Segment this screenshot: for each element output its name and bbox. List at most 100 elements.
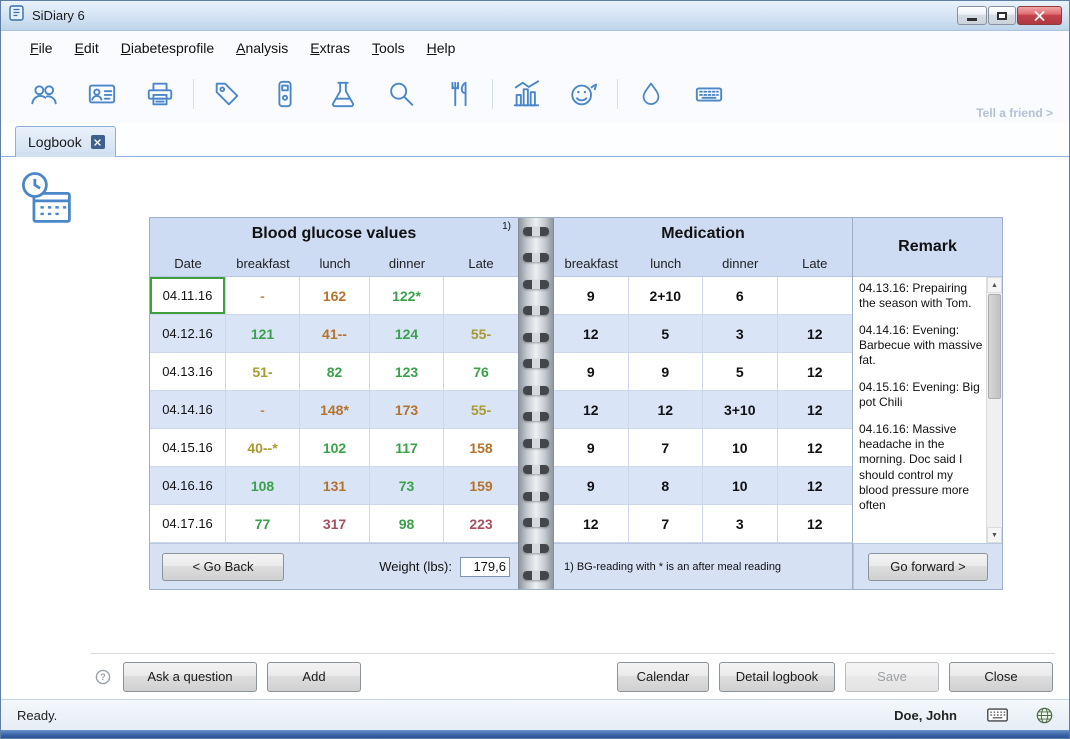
bg-value-cell[interactable]: 40--* [226, 429, 300, 467]
menu-item-extras[interactable]: Extras [299, 35, 361, 61]
med-value-cell[interactable] [778, 277, 853, 315]
bg-value-cell[interactable]: 123 [370, 353, 444, 391]
bg-value-cell[interactable]: 223 [444, 505, 518, 543]
date-cell[interactable]: 04.15.16 [150, 429, 226, 467]
date-cell[interactable]: 04.14.16 [150, 391, 226, 429]
med-value-cell[interactable]: 12 [554, 391, 629, 429]
device-icon[interactable] [268, 77, 302, 111]
med-value-cell[interactable]: 9 [629, 353, 704, 391]
go-back-button[interactable]: < Go Back [162, 553, 284, 581]
med-value-cell[interactable]: 12 [554, 505, 629, 543]
printer-icon[interactable] [143, 77, 177, 111]
bg-value-cell[interactable]: 77 [226, 505, 300, 543]
bg-value-cell[interactable]: 55- [444, 315, 518, 353]
med-value-cell[interactable]: 12 [778, 429, 853, 467]
med-value-cell[interactable]: 9 [554, 467, 629, 505]
med-value-cell[interactable]: 8 [629, 467, 704, 505]
flask-icon[interactable] [326, 77, 360, 111]
med-value-cell[interactable]: 9 [554, 353, 629, 391]
keyboard-status-icon[interactable] [987, 708, 1008, 722]
bg-value-cell[interactable]: 51- [226, 353, 300, 391]
bg-value-cell[interactable]: 131 [300, 467, 370, 505]
med-value-cell[interactable]: 5 [629, 315, 704, 353]
med-value-cell[interactable]: 12 [778, 315, 853, 353]
bg-value-cell[interactable]: 148* [300, 391, 370, 429]
bg-value-cell[interactable]: 41-- [300, 315, 370, 353]
close-button[interactable]: Close [949, 662, 1053, 692]
bg-value-cell[interactable]: 82 [300, 353, 370, 391]
date-cell[interactable]: 04.16.16 [150, 467, 226, 505]
help-icon[interactable]: ? [95, 669, 111, 685]
med-value-cell[interactable]: 12 [554, 315, 629, 353]
titlebar[interactable]: SiDiary 6 [1, 1, 1069, 31]
scroll-down-icon[interactable]: ▼ [987, 527, 1002, 543]
save-button[interactable]: Save [845, 662, 939, 692]
bg-value-cell[interactable]: - [226, 391, 300, 429]
smiley-icon[interactable] [567, 77, 601, 111]
menu-item-edit[interactable]: Edit [64, 35, 110, 61]
med-value-cell[interactable]: 7 [629, 505, 704, 543]
med-value-cell[interactable]: 2+10 [629, 277, 704, 315]
menu-item-file[interactable]: File [19, 35, 64, 61]
bg-value-cell[interactable]: 102 [300, 429, 370, 467]
med-value-cell[interactable]: 12 [778, 505, 853, 543]
med-value-cell[interactable]: 5 [703, 353, 778, 391]
bg-value-cell[interactable]: 158 [444, 429, 518, 467]
menu-item-help[interactable]: Help [416, 35, 467, 61]
date-cell[interactable]: 04.11.16 [150, 277, 226, 315]
users-icon[interactable] [27, 77, 61, 111]
scrollbar-track[interactable] [987, 293, 1002, 527]
bg-value-cell[interactable] [444, 277, 518, 315]
add-button[interactable]: Add [267, 662, 361, 692]
menu-item-analysis[interactable]: Analysis [225, 35, 299, 61]
remark-panel[interactable]: 04.13.16: Prepairing the season with Tom… [853, 277, 1002, 543]
go-forward-button[interactable]: Go forward > [868, 553, 988, 581]
date-cell[interactable]: 04.17.16 [150, 505, 226, 543]
remark-scrollbar[interactable]: ▲ ▼ [986, 277, 1002, 543]
med-value-cell[interactable]: 12 [778, 391, 853, 429]
bg-value-cell[interactable]: 317 [300, 505, 370, 543]
bg-value-cell[interactable]: - [226, 277, 300, 315]
water-drop-icon[interactable] [634, 77, 668, 111]
contact-card-icon[interactable] [85, 77, 119, 111]
med-value-cell[interactable]: 3 [703, 505, 778, 543]
bg-value-cell[interactable]: 173 [370, 391, 444, 429]
menu-item-tools[interactable]: Tools [361, 35, 416, 61]
bg-value-cell[interactable]: 108 [226, 467, 300, 505]
med-value-cell[interactable]: 10 [703, 429, 778, 467]
tab-logbook[interactable]: Logbook [15, 126, 116, 157]
bg-value-cell[interactable]: 159 [444, 467, 518, 505]
med-value-cell[interactable]: 3 [703, 315, 778, 353]
globe-icon[interactable] [1036, 707, 1053, 724]
med-value-cell[interactable]: 12 [778, 467, 853, 505]
search-icon[interactable] [384, 77, 418, 111]
maximize-button[interactable] [988, 6, 1016, 25]
bg-value-cell[interactable]: 122* [370, 277, 444, 315]
clock-calendar-icon[interactable] [19, 171, 75, 232]
bg-value-cell[interactable]: 162 [300, 277, 370, 315]
ask-question-button[interactable]: Ask a question [123, 662, 257, 692]
date-cell[interactable]: 04.13.16 [150, 353, 226, 391]
tab-close-button[interactable] [91, 135, 105, 149]
minimize-button[interactable] [957, 6, 987, 25]
bg-value-cell[interactable]: 117 [370, 429, 444, 467]
bg-value-cell[interactable]: 121 [226, 315, 300, 353]
scrollbar-thumb[interactable] [988, 294, 1001, 399]
keyboard-icon[interactable] [692, 77, 726, 111]
tag-icon[interactable] [210, 77, 244, 111]
med-value-cell[interactable]: 3+10 [703, 391, 778, 429]
menu-item-diabetesprofile[interactable]: Diabetesprofile [110, 35, 225, 61]
med-value-cell[interactable]: 6 [703, 277, 778, 315]
tell-a-friend-link[interactable]: Tell a friend > [976, 106, 1053, 120]
scroll-up-icon[interactable]: ▲ [987, 277, 1002, 293]
bg-value-cell[interactable]: 98 [370, 505, 444, 543]
bg-value-cell[interactable]: 55- [444, 391, 518, 429]
bg-value-cell[interactable]: 76 [444, 353, 518, 391]
med-value-cell[interactable]: 9 [554, 429, 629, 467]
weight-input[interactable] [460, 557, 510, 577]
nutrition-icon[interactable] [442, 77, 476, 111]
med-value-cell[interactable]: 10 [703, 467, 778, 505]
detail-logbook-button[interactable]: Detail logbook [719, 662, 835, 692]
date-cell[interactable]: 04.12.16 [150, 315, 226, 353]
statistics-icon[interactable] [509, 77, 543, 111]
